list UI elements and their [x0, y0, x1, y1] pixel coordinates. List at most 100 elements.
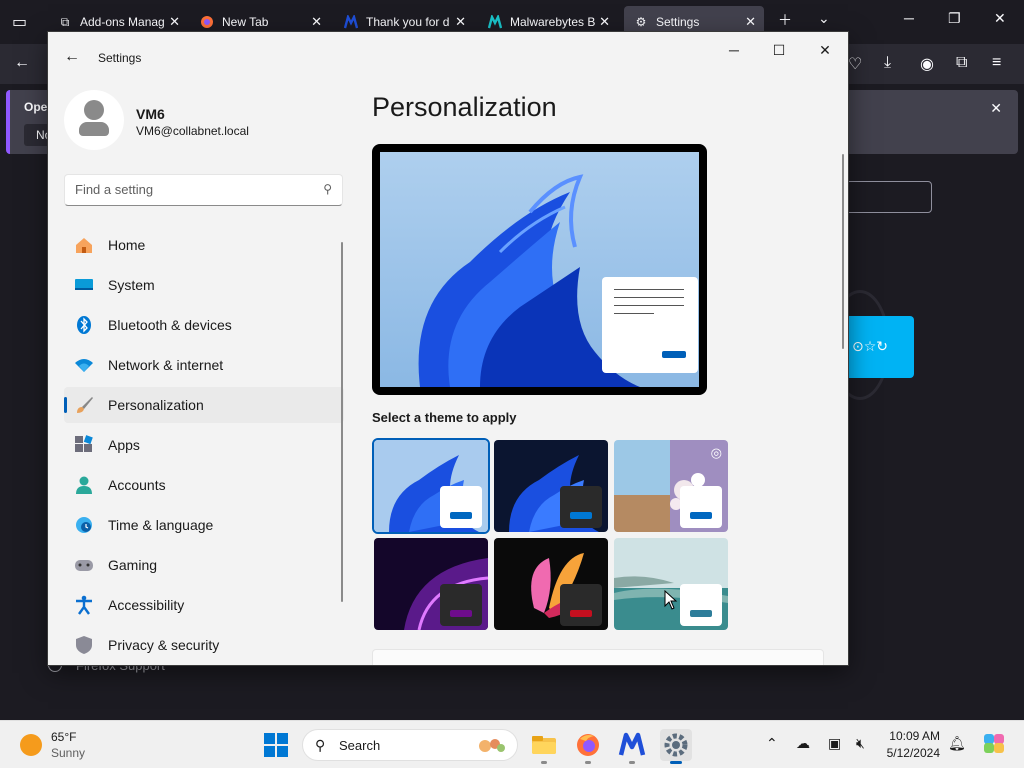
- theme-windows-light[interactable]: [372, 438, 490, 534]
- close-icon[interactable]: ✕: [745, 14, 756, 30]
- theme-card: [440, 486, 482, 528]
- sidebar-item-accounts[interactable]: Accounts: [64, 467, 344, 503]
- profile-email: VM6@collabnet.local: [136, 124, 249, 138]
- firefox-app[interactable]: [572, 729, 604, 764]
- theme-accent: [690, 610, 712, 617]
- volume-muted-icon[interactable]: 🔇︎: [856, 735, 865, 752]
- start-button[interactable]: [264, 733, 288, 757]
- close-window-icon[interactable]: ✕: [994, 10, 1006, 27]
- home-icon: [74, 235, 94, 255]
- settings-search[interactable]: ⚲: [64, 174, 343, 206]
- windows-logo-tile: [277, 733, 288, 744]
- windows-logo-tile: [264, 746, 275, 757]
- sidebar-item-privacy-security[interactable]: Privacy & security: [64, 627, 344, 663]
- pocket-icon[interactable]: ♡: [848, 54, 862, 74]
- gear-icon: ⚙: [635, 15, 647, 29]
- sidebar-item-label: Bluetooth & devices: [108, 317, 232, 333]
- page-title: Personalization: [372, 92, 557, 122]
- preview-button: [662, 351, 686, 358]
- running-indicator: [670, 761, 682, 764]
- back-icon[interactable]: ←: [14, 54, 30, 72]
- theme-windows-spotlight[interactable]: ◎: [614, 440, 728, 532]
- copilot-icon[interactable]: [982, 731, 1006, 758]
- sun-icon[interactable]: [20, 734, 42, 756]
- malwarebytes-app[interactable]: [616, 729, 648, 764]
- theme-glow[interactable]: [374, 538, 488, 630]
- minimize-icon[interactable]: ─: [724, 42, 744, 58]
- tab-title: New Tab: [222, 15, 269, 29]
- chevron-down-icon[interactable]: ⌄: [818, 10, 830, 27]
- close-icon[interactable]: ✕: [599, 14, 610, 30]
- back-arrow-icon[interactable]: ←: [64, 48, 80, 66]
- settings-card-partial[interactable]: [372, 649, 824, 665]
- sidebar-item-gaming[interactable]: Gaming: [64, 547, 344, 583]
- weather-temp[interactable]: 65°F: [51, 730, 76, 744]
- new-tab-icon[interactable]: ＋: [778, 10, 792, 30]
- sidebar-item-personalization[interactable]: Personalization: [64, 387, 344, 423]
- minimize-icon[interactable]: ─: [904, 10, 914, 26]
- sidebar-item-apps[interactable]: Apps: [64, 427, 344, 463]
- spotlight-icon: ◎: [710, 445, 722, 460]
- extensions-icon[interactable]: ⧉: [956, 54, 967, 72]
- cloud-offline-icon[interactable]: ☁: [796, 735, 810, 752]
- sidebar-item-label: Accessibility: [108, 597, 185, 613]
- sidebar-item-system[interactable]: System: [64, 267, 344, 303]
- tab-title: Settings: [656, 15, 700, 29]
- close-icon[interactable]: ✕: [311, 14, 322, 30]
- sidebar-scrollbar[interactable]: [341, 242, 343, 602]
- taskbar: 65°F Sunny ⚲ Search ⌃ ☁ ▣ 🔇︎ 10:09 AM 5/…: [0, 720, 1024, 768]
- display-icon[interactable]: ▣: [828, 735, 841, 752]
- theme-flow[interactable]: [614, 538, 728, 630]
- close-icon[interactable]: ✕: [990, 100, 1002, 117]
- file-explorer-app[interactable]: [528, 729, 560, 764]
- close-icon[interactable]: ✕: [455, 14, 466, 30]
- sidebar-item-label: Personalization: [108, 397, 204, 413]
- theme-captured-motion[interactable]: [494, 538, 608, 630]
- title-bar: ← Settings ─ ☐ ✕: [48, 32, 848, 80]
- search-label: Search: [339, 738, 381, 753]
- firefox-page-input[interactable]: [840, 181, 932, 213]
- wallpaper-preview: [380, 152, 699, 387]
- weather-desc[interactable]: Sunny: [51, 746, 85, 760]
- running-indicator: [629, 761, 635, 764]
- tab-overview-icon[interactable]: ▭: [12, 12, 27, 32]
- tab-title: Malwarebytes B: [510, 15, 596, 29]
- download-icon[interactable]: ⤓: [884, 54, 891, 72]
- close-icon[interactable]: ✕: [169, 14, 180, 30]
- sidebar-item-bluetooth[interactable]: Bluetooth & devices: [64, 307, 344, 343]
- account-icon[interactable]: ◉: [920, 54, 934, 74]
- bluetooth-icon: [74, 315, 94, 335]
- firefox-icon: [200, 15, 214, 29]
- sidebar-item-network[interactable]: Network & internet: [64, 347, 344, 383]
- menu-icon[interactable]: ≡: [992, 54, 1001, 72]
- app-title: Settings: [98, 51, 142, 65]
- content-scrollbar[interactable]: [842, 154, 844, 349]
- sidebar-item-home[interactable]: Home: [64, 227, 344, 263]
- sidebar-item-label: Time & language: [108, 517, 214, 533]
- theme-windows-dark[interactable]: [494, 440, 608, 532]
- profile-name: VM6: [136, 106, 165, 122]
- preview-line: [614, 305, 684, 306]
- theme-accent: [570, 512, 592, 519]
- sidebar-item-time-language[interactable]: Time & language: [64, 507, 344, 543]
- sidebar-item-accessibility[interactable]: Accessibility: [64, 587, 344, 623]
- sidebar-item-label: Gaming: [108, 557, 158, 573]
- taskbar-search[interactable]: ⚲ Search: [302, 729, 518, 761]
- search-icon: ⚲: [315, 737, 326, 753]
- chevron-up-icon[interactable]: ⌃: [766, 735, 778, 752]
- restore-icon[interactable]: ❐: [948, 10, 961, 27]
- clock-time[interactable]: 10:09 AM: [889, 729, 940, 743]
- avatar[interactable]: [64, 90, 124, 150]
- settings-app[interactable]: [660, 729, 692, 764]
- malwarebytes-icon: [344, 15, 358, 29]
- puzzle-icon: ⧉: [60, 14, 70, 29]
- shield-icon: [74, 635, 94, 655]
- extension-action-button[interactable]: ⊙☆↻: [840, 316, 914, 378]
- clock-date[interactable]: 5/12/2024: [887, 746, 940, 760]
- notification-bell-icon[interactable]: 🔔︎: [948, 735, 966, 752]
- search-input[interactable]: [75, 182, 305, 197]
- close-icon[interactable]: ✕: [815, 42, 835, 59]
- sidebar-item-label: Network & internet: [108, 357, 224, 373]
- maximize-icon[interactable]: ☐: [769, 42, 789, 59]
- tab-title: Add-ons Manag: [80, 15, 165, 29]
